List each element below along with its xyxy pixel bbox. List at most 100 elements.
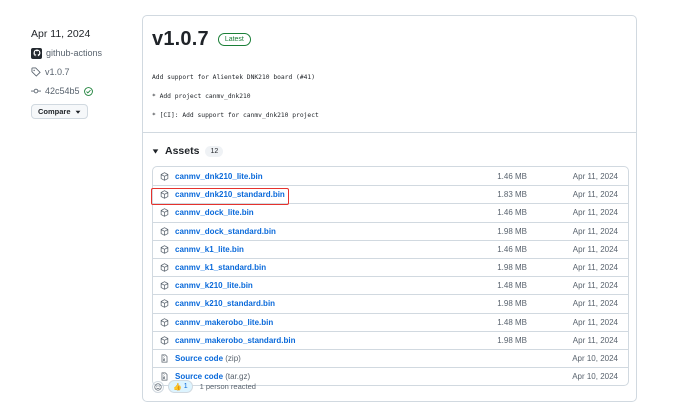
asset-link[interactable]: canmv_makerobo_lite.bin bbox=[175, 318, 477, 327]
asset-row: canmv_dnk210_standard.bin 1.83 MB Apr 11,… bbox=[153, 185, 628, 203]
package-icon bbox=[160, 299, 169, 309]
release-meta: Apr 11, 2024 github-actions v1.0.7 42c54… bbox=[31, 28, 131, 119]
asset-size: 1.98 MB bbox=[497, 299, 527, 309]
asset-size: 1.46 MB bbox=[497, 208, 527, 218]
asset-link[interactable]: canmv_dock_lite.bin bbox=[175, 208, 477, 217]
divider bbox=[143, 132, 636, 133]
asset-size: 1.83 MB bbox=[497, 190, 527, 200]
package-icon bbox=[160, 336, 169, 345]
asset-link[interactable]: canmv_k210_lite.bin bbox=[175, 281, 477, 290]
asset-row: canmv_k1_lite.bin 1.46 MB Apr 11, 2024 bbox=[153, 239, 628, 258]
asset-link[interactable]: canmv_dnk210_standard.bin bbox=[175, 190, 477, 199]
asset-row: canmv_k1_standard.bin 1.98 MB Apr 11, 202… bbox=[153, 257, 628, 276]
package-icon bbox=[160, 190, 169, 199]
asset-link[interactable]: canmv_k1_standard.bin bbox=[175, 263, 477, 272]
asset-link[interactable]: canmv_k210_standard.bin bbox=[175, 299, 477, 308]
release-header: v1.0.7 Latest bbox=[152, 28, 251, 51]
tag-link[interactable]: v1.0.7 bbox=[31, 66, 131, 78]
asset-name: canmv_k1_lite.bin bbox=[175, 244, 244, 254]
assets-title: Assets bbox=[165, 145, 200, 157]
asset-name: canmv_dnk210_lite.bin bbox=[175, 171, 263, 181]
tag-name: v1.0.7 bbox=[45, 67, 70, 77]
asset-row: canmv_makerobo_lite.bin 1.48 MB Apr 11, 2… bbox=[153, 312, 628, 331]
author-link[interactable]: github-actions bbox=[31, 47, 131, 59]
release-notes: Add support for Alientek DNK210 board (#… bbox=[152, 74, 319, 131]
asset-date: Apr 11, 2024 bbox=[572, 281, 618, 291]
asset-link[interactable]: canmv_dnk210_lite.bin bbox=[175, 172, 477, 181]
asset-row: canmv_makerobo_standard.bin 1.98 MB Apr 1… bbox=[153, 330, 628, 349]
asset-date: Apr 11, 2024 bbox=[572, 226, 618, 236]
caret-down-icon bbox=[75, 110, 80, 114]
reactions-bar: 👍 1 1 person reacted bbox=[152, 380, 256, 393]
latest-badge: Latest bbox=[217, 33, 251, 46]
asset-name: canmv_k1_standard.bin bbox=[175, 263, 267, 273]
asset-date: Apr 10, 2024 bbox=[572, 372, 618, 382]
add-reaction-button[interactable] bbox=[152, 380, 164, 393]
author-name: github-actions bbox=[46, 48, 103, 58]
asset-name: canmv_dnk210_standard.bin bbox=[175, 190, 285, 200]
compare-label: Compare bbox=[38, 107, 71, 116]
asset-date: Apr 11, 2024 bbox=[572, 263, 618, 273]
release-card: v1.0.7 Latest Add support for Alientek D… bbox=[142, 15, 637, 402]
asset-size: 1.46 MB bbox=[497, 244, 527, 254]
release-date: Apr 11, 2024 bbox=[31, 28, 91, 40]
asset-name: Source code bbox=[175, 353, 224, 363]
asset-name: canmv_dock_lite.bin bbox=[175, 208, 254, 218]
package-icon bbox=[160, 245, 169, 254]
asset-link[interactable]: canmv_makerobo_standard.bin bbox=[175, 336, 477, 345]
asset-row: canmv_k210_lite.bin 1.48 MB Apr 11, 2024 bbox=[153, 276, 628, 294]
asset-row: canmv_dock_lite.bin 1.46 MB Apr 11, 2024 bbox=[153, 203, 628, 221]
asset-ext: (zip) bbox=[225, 353, 241, 363]
asset-row: Source code (zip) Apr 10, 2024 bbox=[153, 348, 628, 367]
package-icon bbox=[160, 281, 169, 290]
asset-link[interactable]: Source code (zip) bbox=[175, 354, 477, 363]
asset-row: canmv_k210_standard.bin 1.98 MB Apr 11, 2… bbox=[153, 294, 628, 312]
release-note-line: * Add project canmv_dnk210 bbox=[152, 93, 251, 100]
asset-link[interactable]: canmv_dock_standard.bin bbox=[175, 227, 477, 236]
asset-row: canmv_dock_standard.bin 1.98 MB Apr 11, 2… bbox=[153, 221, 628, 240]
asset-size: 1.98 MB bbox=[497, 226, 527, 236]
commit-icon bbox=[31, 88, 41, 94]
file-zip-icon bbox=[160, 354, 169, 363]
asset-name: canmv_makerobo_standard.bin bbox=[175, 335, 296, 345]
assets-count-badge: 12 bbox=[205, 145, 224, 157]
asset-size: 1.46 MB bbox=[497, 171, 527, 181]
asset-name: canmv_k210_standard.bin bbox=[175, 299, 276, 309]
release-note-line: * [CI]: Add support for canmv_dnk210 pro… bbox=[152, 112, 319, 119]
asset-date: Apr 11, 2024 bbox=[572, 317, 618, 327]
compare-button[interactable]: Compare bbox=[31, 104, 88, 119]
asset-date: Apr 11, 2024 bbox=[572, 335, 618, 345]
tag-icon bbox=[31, 67, 41, 77]
assets-list: canmv_dnk210_lite.bin 1.46 MB Apr 11, 202… bbox=[152, 166, 629, 387]
verified-check-icon bbox=[83, 86, 93, 96]
asset-date: Apr 11, 2024 bbox=[572, 208, 618, 218]
asset-name: canmv_dock_standard.bin bbox=[175, 226, 276, 236]
reaction-summary: 1 person reacted bbox=[199, 382, 256, 391]
reaction-count: 1 bbox=[183, 383, 188, 390]
triangle-down-icon bbox=[152, 148, 159, 154]
thumbs-up-reaction[interactable]: 👍 1 bbox=[168, 380, 193, 393]
asset-size: 1.98 MB bbox=[497, 335, 527, 345]
package-icon bbox=[160, 171, 169, 181]
asset-size: 1.98 MB bbox=[497, 263, 527, 273]
asset-row: canmv_dnk210_lite.bin 1.46 MB Apr 11, 202… bbox=[153, 167, 628, 185]
asset-date: Apr 11, 2024 bbox=[572, 299, 618, 309]
asset-name: canmv_k210_lite.bin bbox=[175, 281, 253, 291]
asset-size: 1.48 MB bbox=[497, 317, 527, 327]
smiley-icon bbox=[154, 382, 162, 391]
release-title[interactable]: v1.0.7 bbox=[152, 28, 209, 51]
package-icon bbox=[160, 226, 169, 236]
asset-date: Apr 11, 2024 bbox=[572, 171, 618, 181]
package-icon bbox=[160, 317, 169, 327]
github-actions-avatar bbox=[31, 47, 42, 59]
package-icon bbox=[160, 263, 169, 272]
assets-toggle[interactable]: Assets 12 bbox=[152, 145, 224, 157]
commit-sha: 42c54b5 bbox=[45, 86, 80, 96]
asset-date: Apr 11, 2024 bbox=[572, 244, 618, 254]
asset-link[interactable]: canmv_k1_lite.bin bbox=[175, 245, 477, 254]
asset-date: Apr 10, 2024 bbox=[572, 353, 618, 363]
asset-date: Apr 11, 2024 bbox=[572, 190, 618, 200]
asset-size: 1.48 MB bbox=[497, 281, 527, 291]
thumbs-up-icon: 👍 bbox=[173, 383, 182, 391]
commit-link[interactable]: 42c54b5 bbox=[31, 85, 131, 97]
